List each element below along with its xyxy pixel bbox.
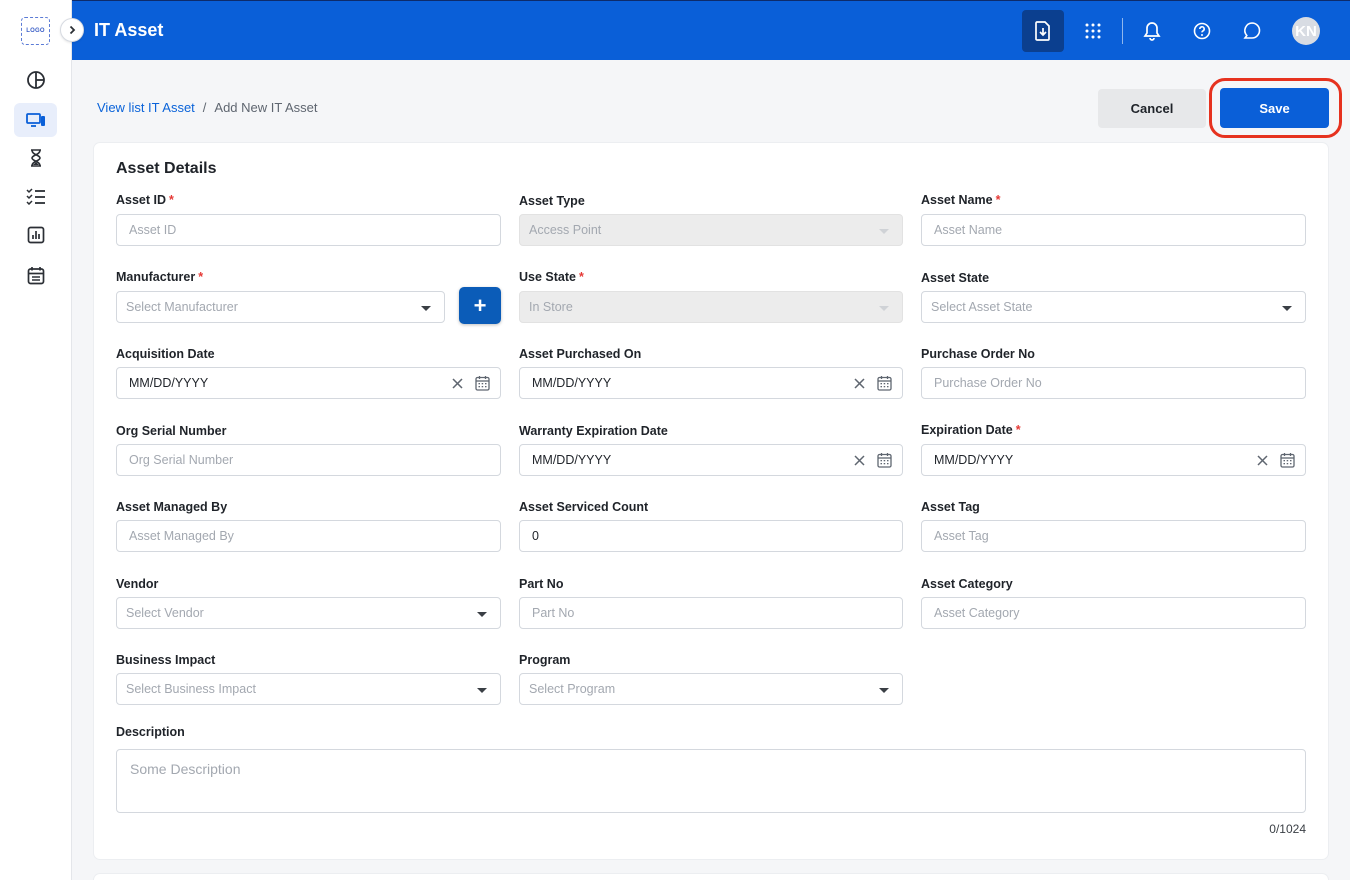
purchase-order-no-label: Purchase Order No: [921, 347, 1035, 361]
description-label: Description: [116, 725, 185, 739]
sidebar-item-tasks[interactable]: [14, 179, 57, 213]
logo: LOGO: [21, 17, 50, 45]
dashboard-icon: [26, 71, 45, 89]
asset-tag-input[interactable]: Asset Tag: [921, 520, 1306, 552]
asset-managed-by-label: Asset Managed By: [116, 500, 228, 514]
asset-state-label: Asset State: [921, 271, 990, 285]
download-button[interactable]: [1022, 10, 1064, 52]
asset-name-input[interactable]: Asset Name: [921, 214, 1306, 246]
acquisition-date-input[interactable]: MM/DD/YYYY: [116, 367, 501, 399]
calendar-icon[interactable]: [877, 452, 892, 468]
expiration-date-label: Expiration Date *: [921, 423, 1021, 437]
assets-icon: [25, 113, 45, 127]
chevron-down-icon: [1282, 306, 1292, 311]
header-divider: [1122, 18, 1123, 44]
top-header: IT Asset KN: [72, 0, 1350, 60]
breadcrumb: View list IT Asset / Add New IT Asset: [97, 100, 318, 115]
asset-serviced-count-label: Asset Serviced Count: [519, 500, 649, 514]
add-manufacturer-button[interactable]: +: [459, 287, 501, 324]
warranty-expiration-date-input[interactable]: MM/DD/YYYY: [519, 444, 903, 476]
asset-type-label: Asset Type: [519, 194, 585, 208]
calendar-icon[interactable]: [1280, 452, 1295, 468]
apps-menu-button[interactable]: [1072, 10, 1114, 52]
chevron-down-icon: [879, 306, 889, 311]
reports-icon: [27, 226, 44, 244]
asset-name-label: Asset Name *: [921, 193, 1001, 207]
clear-icon[interactable]: [1257, 454, 1268, 466]
asset-managed-by-input[interactable]: Asset Managed By: [116, 520, 501, 552]
cancel-button[interactable]: Cancel: [1098, 89, 1206, 128]
user-avatar[interactable]: KN: [1292, 17, 1320, 45]
notifications-button[interactable]: [1131, 10, 1173, 52]
breadcrumb-separator: /: [202, 100, 207, 115]
download-icon: [1035, 21, 1050, 41]
asset-category-input[interactable]: Asset Category: [921, 597, 1306, 629]
chevron-down-icon: [477, 612, 487, 617]
help-button[interactable]: [1181, 10, 1223, 52]
program-label: Program: [519, 653, 571, 667]
part-no-label: Part No: [519, 577, 564, 591]
manufacturer-select[interactable]: Select Manufacturer: [116, 291, 445, 323]
description-char-counter: 0/1024: [1269, 822, 1306, 836]
asset-id-input[interactable]: Asset ID: [116, 214, 501, 246]
asset-id-label: Asset ID *: [116, 193, 174, 207]
program-select[interactable]: Select Program: [519, 673, 903, 705]
chevron-down-icon: [477, 688, 487, 693]
asset-serviced-count-input[interactable]: 0: [519, 520, 903, 552]
calendar-icon[interactable]: [877, 375, 892, 391]
manufacturer-label: Manufacturer *: [116, 270, 204, 284]
calendar-icon: [27, 266, 44, 284]
acquisition-date-label: Acquisition Date: [116, 347, 215, 361]
next-section-card: [94, 874, 1328, 880]
sidebar-item-dashboard[interactable]: [14, 63, 57, 97]
asset-state-select[interactable]: Select Asset State: [921, 291, 1306, 323]
chevron-down-icon: [879, 688, 889, 693]
org-serial-number-label: Org Serial Number: [116, 424, 227, 438]
chat-icon: [1243, 22, 1261, 39]
sidebar: LOGO: [0, 0, 72, 880]
chevron-down-icon: [421, 306, 431, 311]
chevron-down-icon: [879, 229, 889, 234]
clear-icon[interactable]: [854, 454, 865, 466]
checklist-icon: [25, 188, 45, 205]
clear-icon[interactable]: [854, 377, 865, 389]
app-title: IT Asset: [94, 20, 164, 40]
clear-icon[interactable]: [452, 377, 463, 389]
sidebar-collapse-button[interactable]: [60, 18, 84, 42]
breadcrumb-current: Add New IT Asset: [214, 100, 318, 115]
part-no-input[interactable]: Part No: [519, 597, 903, 629]
asset-purchased-on-input[interactable]: MM/DD/YYYY: [519, 367, 903, 399]
breadcrumb-parent-link[interactable]: View list IT Asset: [97, 100, 195, 115]
expiration-date-input[interactable]: MM/DD/YYYY: [921, 444, 1306, 476]
vendor-label: Vendor: [116, 577, 159, 591]
use-state-select: In Store: [519, 291, 903, 323]
chevron-right-icon: [69, 25, 76, 35]
description-textarea[interactable]: Some Description: [116, 749, 1306, 813]
vendor-select[interactable]: Select Vendor: [116, 597, 501, 629]
purchase-order-no-input[interactable]: Purchase Order No: [921, 367, 1306, 399]
asset-type-select: Access Point: [519, 214, 903, 246]
business-impact-label: Business Impact: [116, 653, 216, 667]
use-state-label: Use State *: [519, 270, 584, 284]
apps-grid-icon: [1085, 23, 1101, 39]
asset-category-label: Asset Category: [921, 577, 1013, 591]
sidebar-item-assets[interactable]: [14, 103, 57, 137]
asset-purchased-on-label: Asset Purchased On: [519, 347, 642, 361]
business-impact-select[interactable]: Select Business Impact: [116, 673, 501, 705]
sidebar-item-pending[interactable]: [14, 141, 57, 175]
sidebar-item-calendar[interactable]: [14, 258, 57, 292]
bell-icon: [1143, 22, 1161, 41]
help-icon: [1193, 22, 1211, 40]
chat-button[interactable]: [1231, 10, 1273, 52]
sidebar-item-reports[interactable]: [14, 218, 57, 252]
asset-tag-label: Asset Tag: [921, 500, 980, 514]
calendar-icon[interactable]: [475, 375, 490, 391]
hourglass-icon: [30, 149, 41, 167]
warranty-expiration-date-label: Warranty Expiration Date: [519, 424, 668, 438]
section-title: Asset Details: [116, 160, 217, 177]
save-button[interactable]: Save: [1220, 88, 1329, 128]
org-serial-number-input[interactable]: Org Serial Number: [116, 444, 501, 476]
